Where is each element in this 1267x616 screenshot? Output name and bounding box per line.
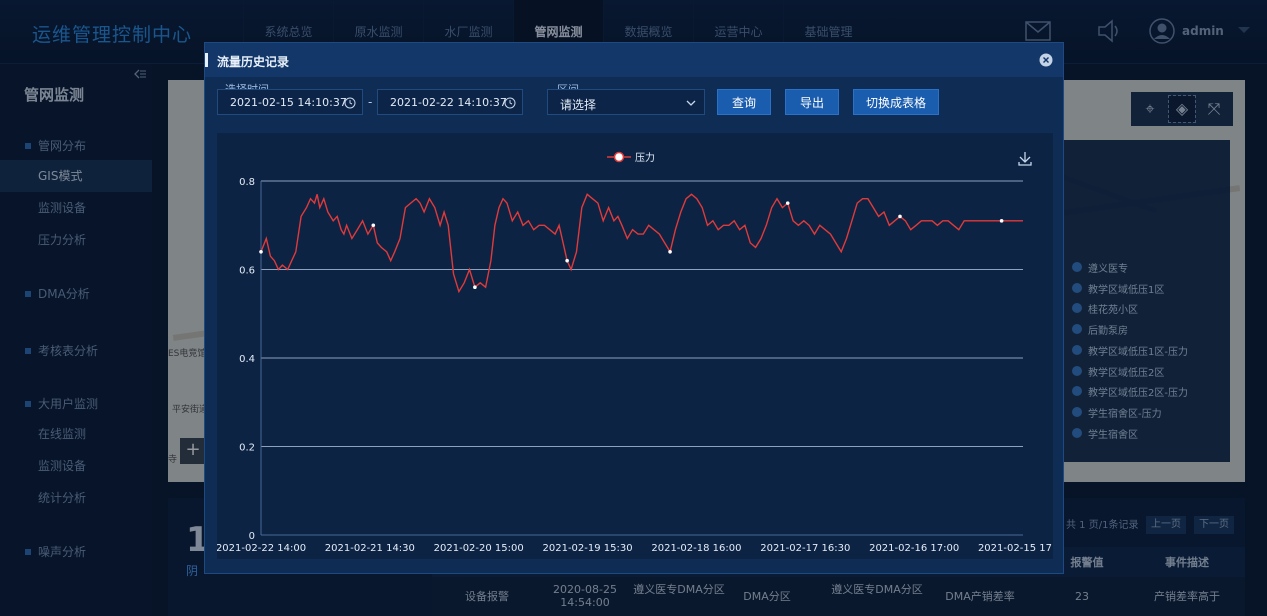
data-point [259, 250, 263, 254]
start-date-input[interactable]: 2021-02-15 14:10:37 [217, 89, 363, 115]
chevron-down-icon [686, 100, 696, 106]
dialog-title: 流量历史记录 [217, 55, 290, 69]
x-tick-label: 2021-02-15 17:30 [978, 543, 1053, 554]
start-date-value: 2021-02-15 14:10:37 [230, 96, 347, 109]
y-tick-label: 0 [249, 531, 255, 542]
query-button[interactable]: 查询 [717, 89, 771, 115]
legend-label: 压力 [635, 151, 655, 164]
end-date-input[interactable]: 2021-02-22 14:10:37 [377, 89, 523, 115]
clock-icon [344, 97, 356, 109]
date-separator: - [368, 95, 373, 109]
data-point [473, 285, 477, 289]
chart-svg: 0 0.2 0.4 0.6 0.8 2021-02-22 14:00 2021-02-21 … [217, 151, 1053, 554]
title-accent-bar [205, 53, 208, 67]
data-point [999, 219, 1004, 223]
close-icon[interactable] [1039, 53, 1053, 67]
data-point [668, 250, 672, 254]
legend-marker [613, 151, 625, 163]
y-tick-label: 0.6 [239, 266, 255, 277]
y-tick-label: 0.2 [239, 443, 255, 454]
y-tick-label: 0.8 [239, 177, 255, 188]
x-tick-label: 2021-02-21 14:30 [325, 543, 415, 554]
x-tick-label: 2021-02-19 15:30 [543, 543, 633, 554]
y-tick-label: 0.4 [239, 354, 255, 365]
x-tick-label: 2021-02-18 16:00 [651, 543, 741, 554]
x-tick-label: 2021-02-20 15:00 [434, 543, 524, 554]
data-point [565, 258, 569, 263]
series-line [260, 193, 1023, 294]
export-button[interactable]: 导出 [785, 89, 839, 115]
data-point [371, 223, 376, 228]
end-date-value: 2021-02-22 14:10:37 [390, 96, 507, 109]
x-tick-label: 2021-02-17 16:30 [760, 543, 850, 554]
pressure-chart: 0 0.2 0.4 0.6 0.8 2021-02-22 14:00 2021-02-21 … [217, 133, 1053, 559]
download-icon[interactable] [1018, 152, 1032, 166]
x-tick-label: 2021-02-16 17:00 [869, 543, 959, 554]
clock-icon [504, 97, 516, 109]
toggle-table-button[interactable]: 切换成表格 [853, 89, 939, 115]
flow-history-dialog: 流量历史记录 选择时间 2021-02-15 14:10:37 - 2021-0… [204, 42, 1064, 574]
zone-select-value: 请选择 [560, 98, 597, 112]
dialog-header: 流量历史记录 [205, 43, 1063, 77]
data-point [898, 214, 902, 219]
x-tick-label: 2021-02-22 14:00 [217, 543, 306, 554]
zone-select[interactable]: 请选择 [547, 89, 705, 115]
data-point [785, 201, 790, 205]
